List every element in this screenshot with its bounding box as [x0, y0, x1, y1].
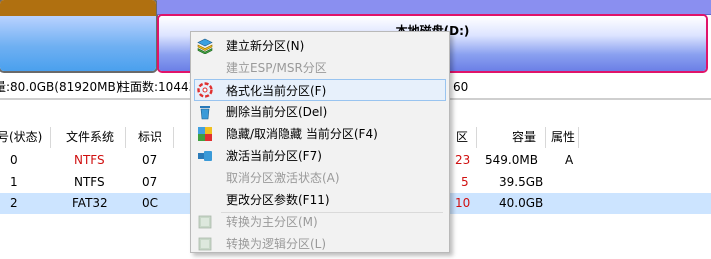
- col-header-fs[interactable]: 文件系统: [66, 127, 114, 148]
- menu-item-label: 激活当前分区(F7): [226, 149, 322, 163]
- cell-fs: FAT32: [72, 196, 108, 210]
- menu-item-convert-logical[interactable]: 转换为逻辑分区(L): [194, 233, 446, 255]
- partition-block-left[interactable]: [0, 0, 158, 73]
- menu-item-label: 建立新分区(N): [226, 39, 305, 53]
- cell-attr: A: [565, 153, 574, 167]
- menu-item-label: 转换为逻辑分区(L): [226, 237, 327, 251]
- format-icon: [197, 82, 213, 98]
- partition-usage-bar: [0, 0, 156, 16]
- menu-item-label: 隐藏/取消隐藏 当前分区(F4): [226, 127, 378, 141]
- partition-block-body: [0, 16, 156, 71]
- col-separator: [578, 127, 579, 148]
- delete-icon: [197, 104, 213, 120]
- cell-end: 5: [461, 175, 469, 189]
- col-separator: [50, 127, 51, 148]
- convert-primary-icon: [197, 214, 213, 230]
- col-separator: [125, 127, 126, 148]
- cell-id: 07: [142, 175, 158, 189]
- col-header-attr[interactable]: 属性: [551, 127, 575, 148]
- menu-item-label: 建立ESP/MSR分区: [226, 61, 327, 75]
- cell-capacity: 39.5GB: [499, 175, 544, 189]
- cell-fs: NTFS: [74, 153, 105, 167]
- new-partition-icon: [197, 38, 213, 55]
- col-separator: [173, 127, 174, 148]
- cell-index: 1: [10, 175, 18, 189]
- cell-id: 0C: [142, 196, 159, 210]
- menu-item-activate-partition[interactable]: 激活当前分区(F7): [194, 145, 446, 167]
- menu-item-change-parameters[interactable]: 更改分区参数(F11): [194, 189, 446, 211]
- menu-item-label: 格式化当前分区(F): [226, 84, 327, 98]
- col-header-index[interactable]: 号(状态): [0, 127, 42, 148]
- cell-index: 2: [10, 196, 18, 210]
- menu-item-convert-primary[interactable]: 转换为主分区(M): [194, 211, 446, 233]
- info-tail-text: 60: [453, 80, 469, 94]
- col-header-id[interactable]: 标识: [138, 127, 162, 148]
- menu-item-create-esp-msr[interactable]: 建立ESP/MSR分区: [194, 57, 446, 79]
- menu-item-label: 转换为主分区(M): [226, 215, 318, 229]
- partition-usage-bar-d: [157, 0, 711, 15]
- menu-item-deactivate-partition[interactable]: 取消分区激活状态(A): [194, 167, 446, 189]
- partition-context-menu: 建立新分区(N) 建立ESP/MSR分区 格式化当前分区(F) 删除当前分区(D…: [190, 31, 450, 253]
- cell-id: 07: [142, 153, 158, 167]
- menu-item-label: 删除当前分区(Del): [226, 105, 328, 119]
- hide-icon: [197, 126, 213, 142]
- cell-end: 23: [455, 153, 471, 167]
- cell-index: 0: [10, 153, 18, 167]
- col-separator: [476, 127, 477, 148]
- cylinders-text: 柱面数:10443: [118, 80, 197, 94]
- cell-capacity: 40.0GB: [499, 196, 544, 210]
- col-separator: [545, 127, 546, 148]
- convert-logical-icon: [197, 236, 213, 252]
- cell-capacity: 549.0MB: [485, 153, 538, 167]
- menu-item-label: 更改分区参数(F11): [226, 193, 330, 207]
- menu-item-hide-unhide-partition[interactable]: 隐藏/取消隐藏 当前分区(F4): [194, 123, 446, 145]
- col-header-end[interactable]: 区: [456, 127, 468, 148]
- disk-capacity-text: 量:80.0GB(81920MB): [0, 80, 121, 94]
- menu-item-delete-partition[interactable]: 删除当前分区(Del): [194, 101, 446, 123]
- cell-end: 10: [455, 196, 471, 210]
- menu-item-label: 取消分区激活状态(A): [226, 171, 340, 185]
- menu-item-format-partition[interactable]: 格式化当前分区(F): [194, 79, 446, 101]
- activate-icon: [197, 148, 213, 164]
- menu-item-new-partition[interactable]: 建立新分区(N): [194, 35, 446, 57]
- cell-fs: NTFS: [74, 175, 105, 189]
- col-header-capacity[interactable]: 容量: [512, 127, 536, 148]
